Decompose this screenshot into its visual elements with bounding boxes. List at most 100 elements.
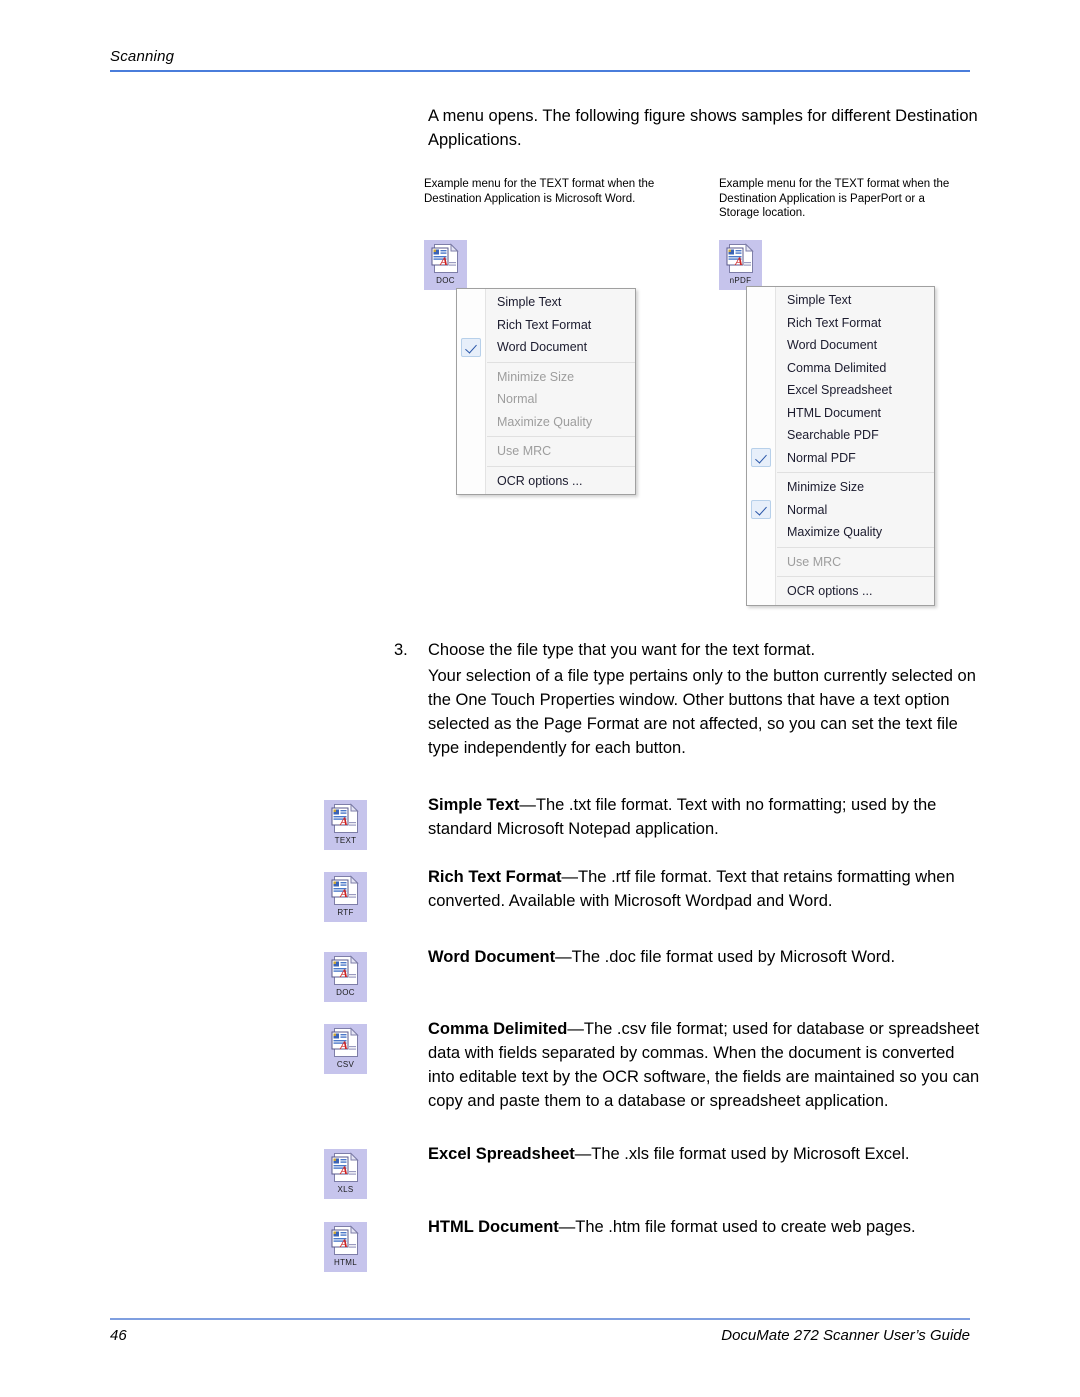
menu-item-label: Minimize Size	[497, 369, 575, 384]
file-icon-tile-doc: A DOC	[424, 240, 467, 290]
menu-item-word-document[interactable]: Word Document	[747, 334, 934, 357]
definition-text: Simple Text—The .txt file format. Text w…	[428, 793, 980, 841]
menu-item-html-document[interactable]: HTML Document	[747, 402, 934, 425]
menu-items-container: Simple Text Rich Text Format Word Document…	[747, 289, 934, 603]
file-icon-label: DOC	[336, 988, 355, 997]
checkmark-icon	[461, 337, 481, 357]
document-icon: A	[331, 1027, 361, 1058]
definition-dash: —	[558, 1218, 576, 1236]
menu-item-maximize-quality[interactable]: Maximize Quality	[747, 521, 934, 544]
svg-text:A: A	[339, 966, 348, 980]
file-icon-tile-npdf: A nPDF	[719, 240, 762, 290]
menu-item-label: Normal	[787, 502, 828, 517]
definition-xls: Excel Spreadsheet—The .xls file format u…	[428, 1142, 980, 1166]
definition-term: Excel Spreadsheet	[428, 1145, 575, 1163]
svg-text:A: A	[339, 814, 348, 828]
menu-item-label: Maximize Quality	[497, 414, 593, 429]
definition-term: Rich Text Format	[428, 868, 562, 886]
menu-item-ocr-options[interactable]: OCR options ...	[747, 580, 934, 603]
menu-item-rich-text-format[interactable]: Rich Text Format	[747, 312, 934, 335]
menu-item-maximize-quality: Maximize Quality	[457, 411, 635, 434]
file-icon-label: DOC	[436, 276, 455, 285]
document-icon: A	[331, 1225, 361, 1256]
step-3: 3. Choose the file type that you want fo…	[394, 638, 984, 662]
document-icon: A	[331, 1152, 361, 1183]
header-rule	[110, 70, 970, 72]
menu-item-label: Simple Text	[497, 295, 562, 309]
menu-item-label: Rich Text Format	[497, 317, 592, 332]
file-icon-label: XLS	[337, 1185, 354, 1194]
definition-dash: —	[555, 948, 572, 966]
running-header: Scanning	[110, 48, 970, 72]
file-icon-label: TEXT	[334, 836, 357, 845]
definition-description: The .xls file format used by Microsoft E…	[591, 1145, 910, 1163]
menu-items-container: Simple Text Rich Text Format Word Document…	[457, 291, 635, 492]
menu-item-normal[interactable]: Normal	[747, 499, 934, 522]
guide-title: DocuMate 272 Scanner User’s Guide	[721, 1327, 970, 1344]
menu-item-comma-delimited[interactable]: Comma Delimited	[747, 357, 934, 380]
menu-item-word-document[interactable]: Word Document	[457, 336, 635, 359]
definition-dash: —	[567, 1020, 584, 1038]
context-menu-word[interactable]: Simple Text Rich Text Format Word Document…	[456, 288, 636, 495]
intro-paragraph: A menu opens. The following figure shows…	[428, 107, 978, 149]
file-icon-tile-rtf: A RTF	[324, 872, 367, 922]
menu-item-label: Word Document	[787, 338, 878, 352]
svg-text:A: A	[339, 886, 348, 900]
document-icon: A	[331, 875, 361, 906]
menu-item-label: Use MRC	[787, 554, 842, 569]
file-icon-tile-html: A HTML	[324, 1222, 367, 1272]
menu-item-label: Minimize Size	[787, 480, 865, 494]
menu-item-minimize-size[interactable]: Minimize Size	[747, 476, 934, 499]
menu-item-searchable-pdf[interactable]: Searchable PDF	[747, 424, 934, 447]
file-icon-label: HTML	[334, 1258, 357, 1267]
menu-item-normal-pdf[interactable]: Normal PDF	[747, 447, 934, 470]
file-icon-tile-doc: A DOC	[324, 952, 367, 1002]
chapter-title: Scanning	[110, 48, 175, 65]
figure-caption-right: Example menu for the TEXT format when th…	[719, 178, 950, 219]
menu-item-label: OCR options ...	[787, 584, 873, 598]
file-icon-tile-xls: A XLS	[324, 1149, 367, 1199]
menu-item-excel-spreadsheet[interactable]: Excel Spreadsheet	[747, 379, 934, 402]
file-icon-label: CSV	[336, 1060, 355, 1069]
menu-item-simple-text[interactable]: Simple Text	[747, 289, 934, 312]
svg-text:A: A	[439, 254, 448, 268]
svg-text:A: A	[339, 1038, 348, 1052]
svg-text:A: A	[734, 254, 743, 268]
page-number: 46	[110, 1327, 127, 1344]
menu-item-ocr-options[interactable]: OCR options ...	[457, 470, 635, 493]
menu-item-label: Maximize Quality	[787, 525, 883, 539]
menu-item-simple-text[interactable]: Simple Text	[457, 291, 635, 314]
menu-item-label: OCR options ...	[497, 473, 583, 488]
menu-separator	[487, 361, 635, 363]
menu-item-label: Comma Delimited	[787, 360, 887, 375]
page-footer: 46 DocuMate 272 Scanner User’s Guide	[110, 1318, 970, 1344]
menu-item-label: Searchable PDF	[787, 428, 879, 442]
menu-item-rich-text-format[interactable]: Rich Text Format	[457, 314, 635, 337]
menu-item-label: Use MRC	[497, 444, 552, 458]
menu-item-use-mrc: Use MRC	[457, 440, 635, 463]
menu-separator	[487, 465, 635, 467]
context-menu-paperport[interactable]: Simple Text Rich Text Format Word Document…	[746, 286, 935, 606]
definition-dash: —	[519, 796, 536, 814]
menu-item-label: Normal PDF	[787, 450, 856, 465]
definition-term: Simple Text	[428, 796, 520, 814]
menu-separator	[487, 436, 635, 437]
definition-csv: Comma Delimited—The .csv file format; us…	[428, 1017, 980, 1113]
file-icon-label: RTF	[337, 908, 354, 917]
step-text: Choose the file type that you want for t…	[428, 641, 816, 659]
menu-item-use-mrc: Use MRC	[747, 551, 934, 574]
svg-text:A: A	[339, 1163, 348, 1177]
document-icon: A	[726, 243, 756, 274]
menu-item-label: Simple Text	[787, 293, 852, 307]
definition-term: Word Document	[428, 948, 556, 966]
definition-term: Comma Delimited	[428, 1020, 568, 1038]
definition-term: HTML Document	[428, 1218, 559, 1236]
menu-item-label: Word Document	[497, 340, 588, 354]
file-icon-tile-csv: A CSV	[324, 1024, 367, 1074]
menu-item-normal: Normal	[457, 388, 635, 411]
document-icon: A	[331, 803, 361, 834]
note-paragraph: Your selection of a file type pertains o…	[428, 667, 976, 757]
menu-item-label: HTML Document	[787, 405, 882, 420]
menu-item-minimize-size: Minimize Size	[457, 366, 635, 389]
menu-separator	[777, 472, 934, 473]
